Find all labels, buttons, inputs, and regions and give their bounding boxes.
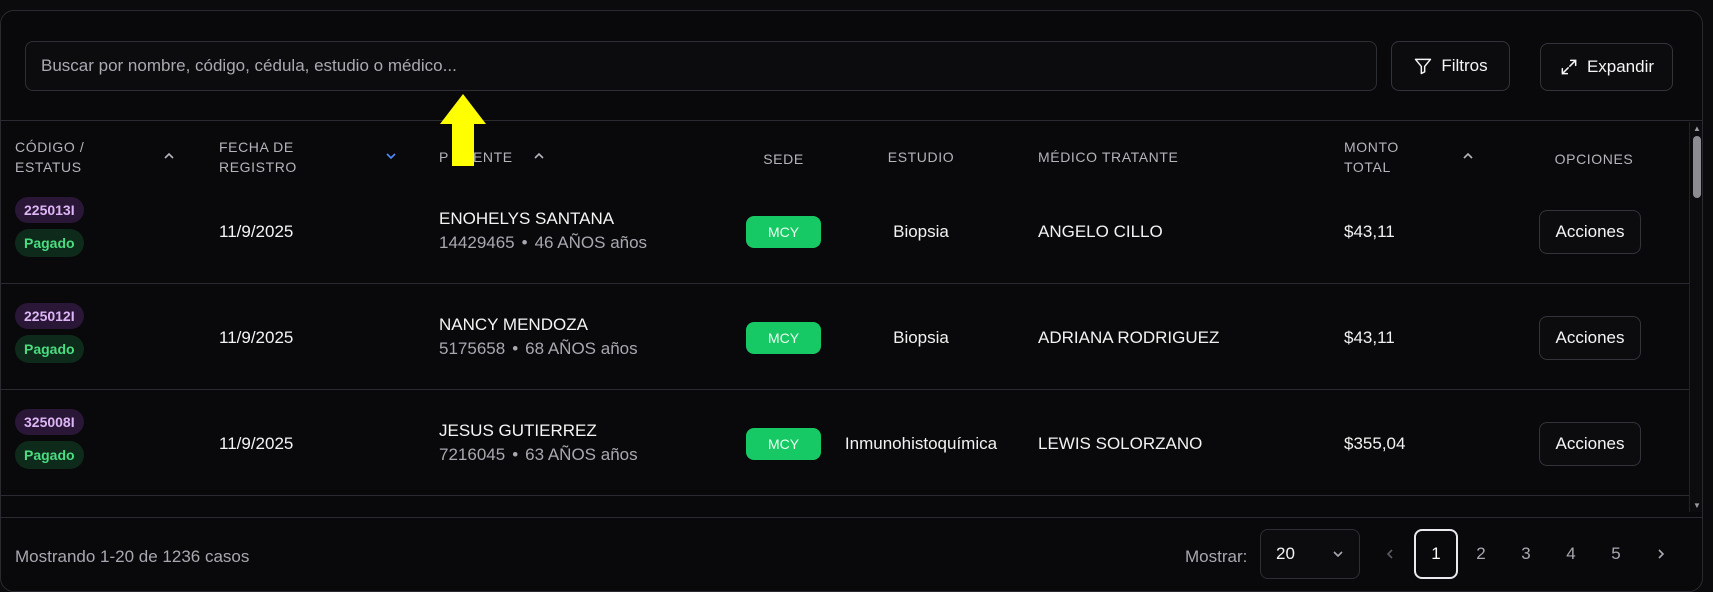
study-name: Biopsia <box>893 328 949 347</box>
total-amount: $355,04 <box>1344 434 1406 453</box>
expand-icon <box>1561 59 1577 75</box>
highlight-arrow <box>440 94 486 166</box>
scroll-up-icon[interactable]: ▲ <box>1693 124 1701 133</box>
column-study: ESTUDIO <box>887 149 955 165</box>
scrollbar-thumb[interactable] <box>1693 136 1701 198</box>
column-date-line1: FECHA DE <box>219 139 294 155</box>
case-code-badge: 225012I <box>15 303 84 329</box>
chevron-down-icon <box>1333 551 1343 558</box>
expand-label: Expandir <box>1586 57 1655 76</box>
column-amount-line2: TOTAL <box>1344 159 1391 175</box>
case-code-badge: 325008I <box>15 409 84 435</box>
patient-id: 5175658 <box>439 339 506 358</box>
chevron-right-icon <box>1658 549 1665 559</box>
scroll-down-icon[interactable]: ▼ <box>1693 501 1701 510</box>
registration-date: 11/9/2025 <box>219 434 294 453</box>
cases-table: CÓDIGO / ESTATUS FECHA DE REGISTRO P ENTE… <box>1 122 1689 512</box>
actions-button[interactable]: Acciones <box>1539 422 1641 466</box>
search-input[interactable] <box>25 41 1377 91</box>
actions-button[interactable]: Acciones <box>1539 210 1641 254</box>
filter-icon <box>1415 58 1432 75</box>
chevron-left-icon <box>1386 549 1393 559</box>
table-row[interactable]: 325008I Pagado 11/9/2025 JESUS GUTIERREZ… <box>1 390 1689 496</box>
page-2-button[interactable]: 2 <box>1459 529 1503 579</box>
column-doctor: MÉDICO TRATANTE <box>1038 149 1179 165</box>
case-code-badge: 225013I <box>15 197 84 223</box>
patient-details: 5175658 • 68 AÑOS años <box>439 339 638 358</box>
patient-id: 7216045 <box>439 445 506 464</box>
pagination-footer: Mostrando 1-20 de 1236 casos Mostrar: 20… <box>1 517 1702 591</box>
patient-name: NANCY MENDOZA <box>439 315 588 334</box>
patient-details: 7216045 • 63 AÑOS años <box>439 445 638 464</box>
status-badge: Pagado <box>15 335 84 363</box>
page-5-button[interactable]: 5 <box>1594 529 1638 579</box>
previous-page-button[interactable] <box>1368 529 1412 579</box>
total-amount: $43,11 <box>1344 328 1395 347</box>
results-count: Mostrando 1-20 de 1236 casos <box>15 547 250 566</box>
patient-age: 63 AÑOS años <box>525 445 638 464</box>
sort-up-icon[interactable] <box>1461 149 1475 163</box>
doctor-name: ANGELO CILLO <box>1038 222 1163 241</box>
study-name: Biopsia <box>893 222 949 241</box>
filters-button[interactable]: Filtros <box>1391 41 1510 91</box>
table-row[interactable]: 225013I Pagado 11/9/2025 ENOHELYS SANTAN… <box>1 178 1689 284</box>
toolbar: Filtros Expandir <box>1 11 1702 121</box>
table-row[interactable]: 225012I Pagado 11/9/2025 NANCY MENDOZA 5… <box>1 284 1689 390</box>
vertical-scrollbar[interactable]: ▲ ▼ <box>1689 122 1702 512</box>
column-code-status-line1: CÓDIGO / <box>15 139 85 155</box>
sede-badge: MCY <box>746 428 821 460</box>
doctor-name: LEWIS SOLORZANO <box>1038 434 1203 453</box>
actions-button[interactable]: Acciones <box>1539 316 1641 360</box>
column-code-status[interactable]: CÓDIGO / ESTATUS <box>15 137 84 177</box>
column-date[interactable]: FECHA DE REGISTRO <box>219 137 297 177</box>
study-name: Inmunohistoquímica <box>844 434 998 453</box>
cases-panel: Filtros Expandir CÓDIGO / ESTATUS FECHA … <box>0 10 1703 592</box>
patient-age: 46 AÑOS años <box>534 233 648 252</box>
column-amount[interactable]: MONTO TOTAL <box>1344 137 1399 177</box>
next-page-button[interactable] <box>1639 529 1683 579</box>
column-amount-line1: MONTO <box>1344 139 1399 155</box>
sede-badge: MCY <box>746 322 821 354</box>
doctor-name: ADRIANA RODRIGUEZ <box>1038 328 1220 347</box>
column-code-status-line2: ESTATUS <box>15 159 82 175</box>
patient-name: ENOHELYS SANTANA <box>439 209 615 228</box>
sort-down-icon[interactable] <box>384 149 398 163</box>
page-4-button[interactable]: 4 <box>1549 529 1593 579</box>
page-size-label: Mostrar: <box>1185 547 1248 566</box>
patient-details: 14429465 • 46 AÑOS años <box>439 233 648 252</box>
status-badge: Pagado <box>15 229 84 257</box>
column-date-line2: REGISTRO <box>219 159 297 175</box>
filters-label: Filtros <box>1441 56 1488 75</box>
column-sede: SEDE <box>763 151 804 167</box>
sede-badge: MCY <box>746 216 821 248</box>
sort-up-icon[interactable] <box>162 149 176 163</box>
registration-date: 11/9/2025 <box>219 328 294 347</box>
page-3-button[interactable]: 3 <box>1504 529 1548 579</box>
page-1-button[interactable]: 1 <box>1414 529 1458 579</box>
patient-age: 68 AÑOS años <box>525 339 638 358</box>
page-size-value: 20 <box>1276 544 1295 563</box>
patient-id: 14429465 <box>439 233 515 252</box>
patient-name: JESUS GUTIERREZ <box>439 421 597 440</box>
status-badge: Pagado <box>15 441 84 469</box>
total-amount: $43,11 <box>1344 222 1395 241</box>
registration-date: 11/9/2025 <box>219 222 294 241</box>
expand-button[interactable]: Expandir <box>1540 43 1673 91</box>
page-size-select[interactable]: 20 <box>1260 529 1360 579</box>
sort-up-icon[interactable] <box>532 149 546 163</box>
column-options: OPCIONES <box>1554 151 1634 167</box>
